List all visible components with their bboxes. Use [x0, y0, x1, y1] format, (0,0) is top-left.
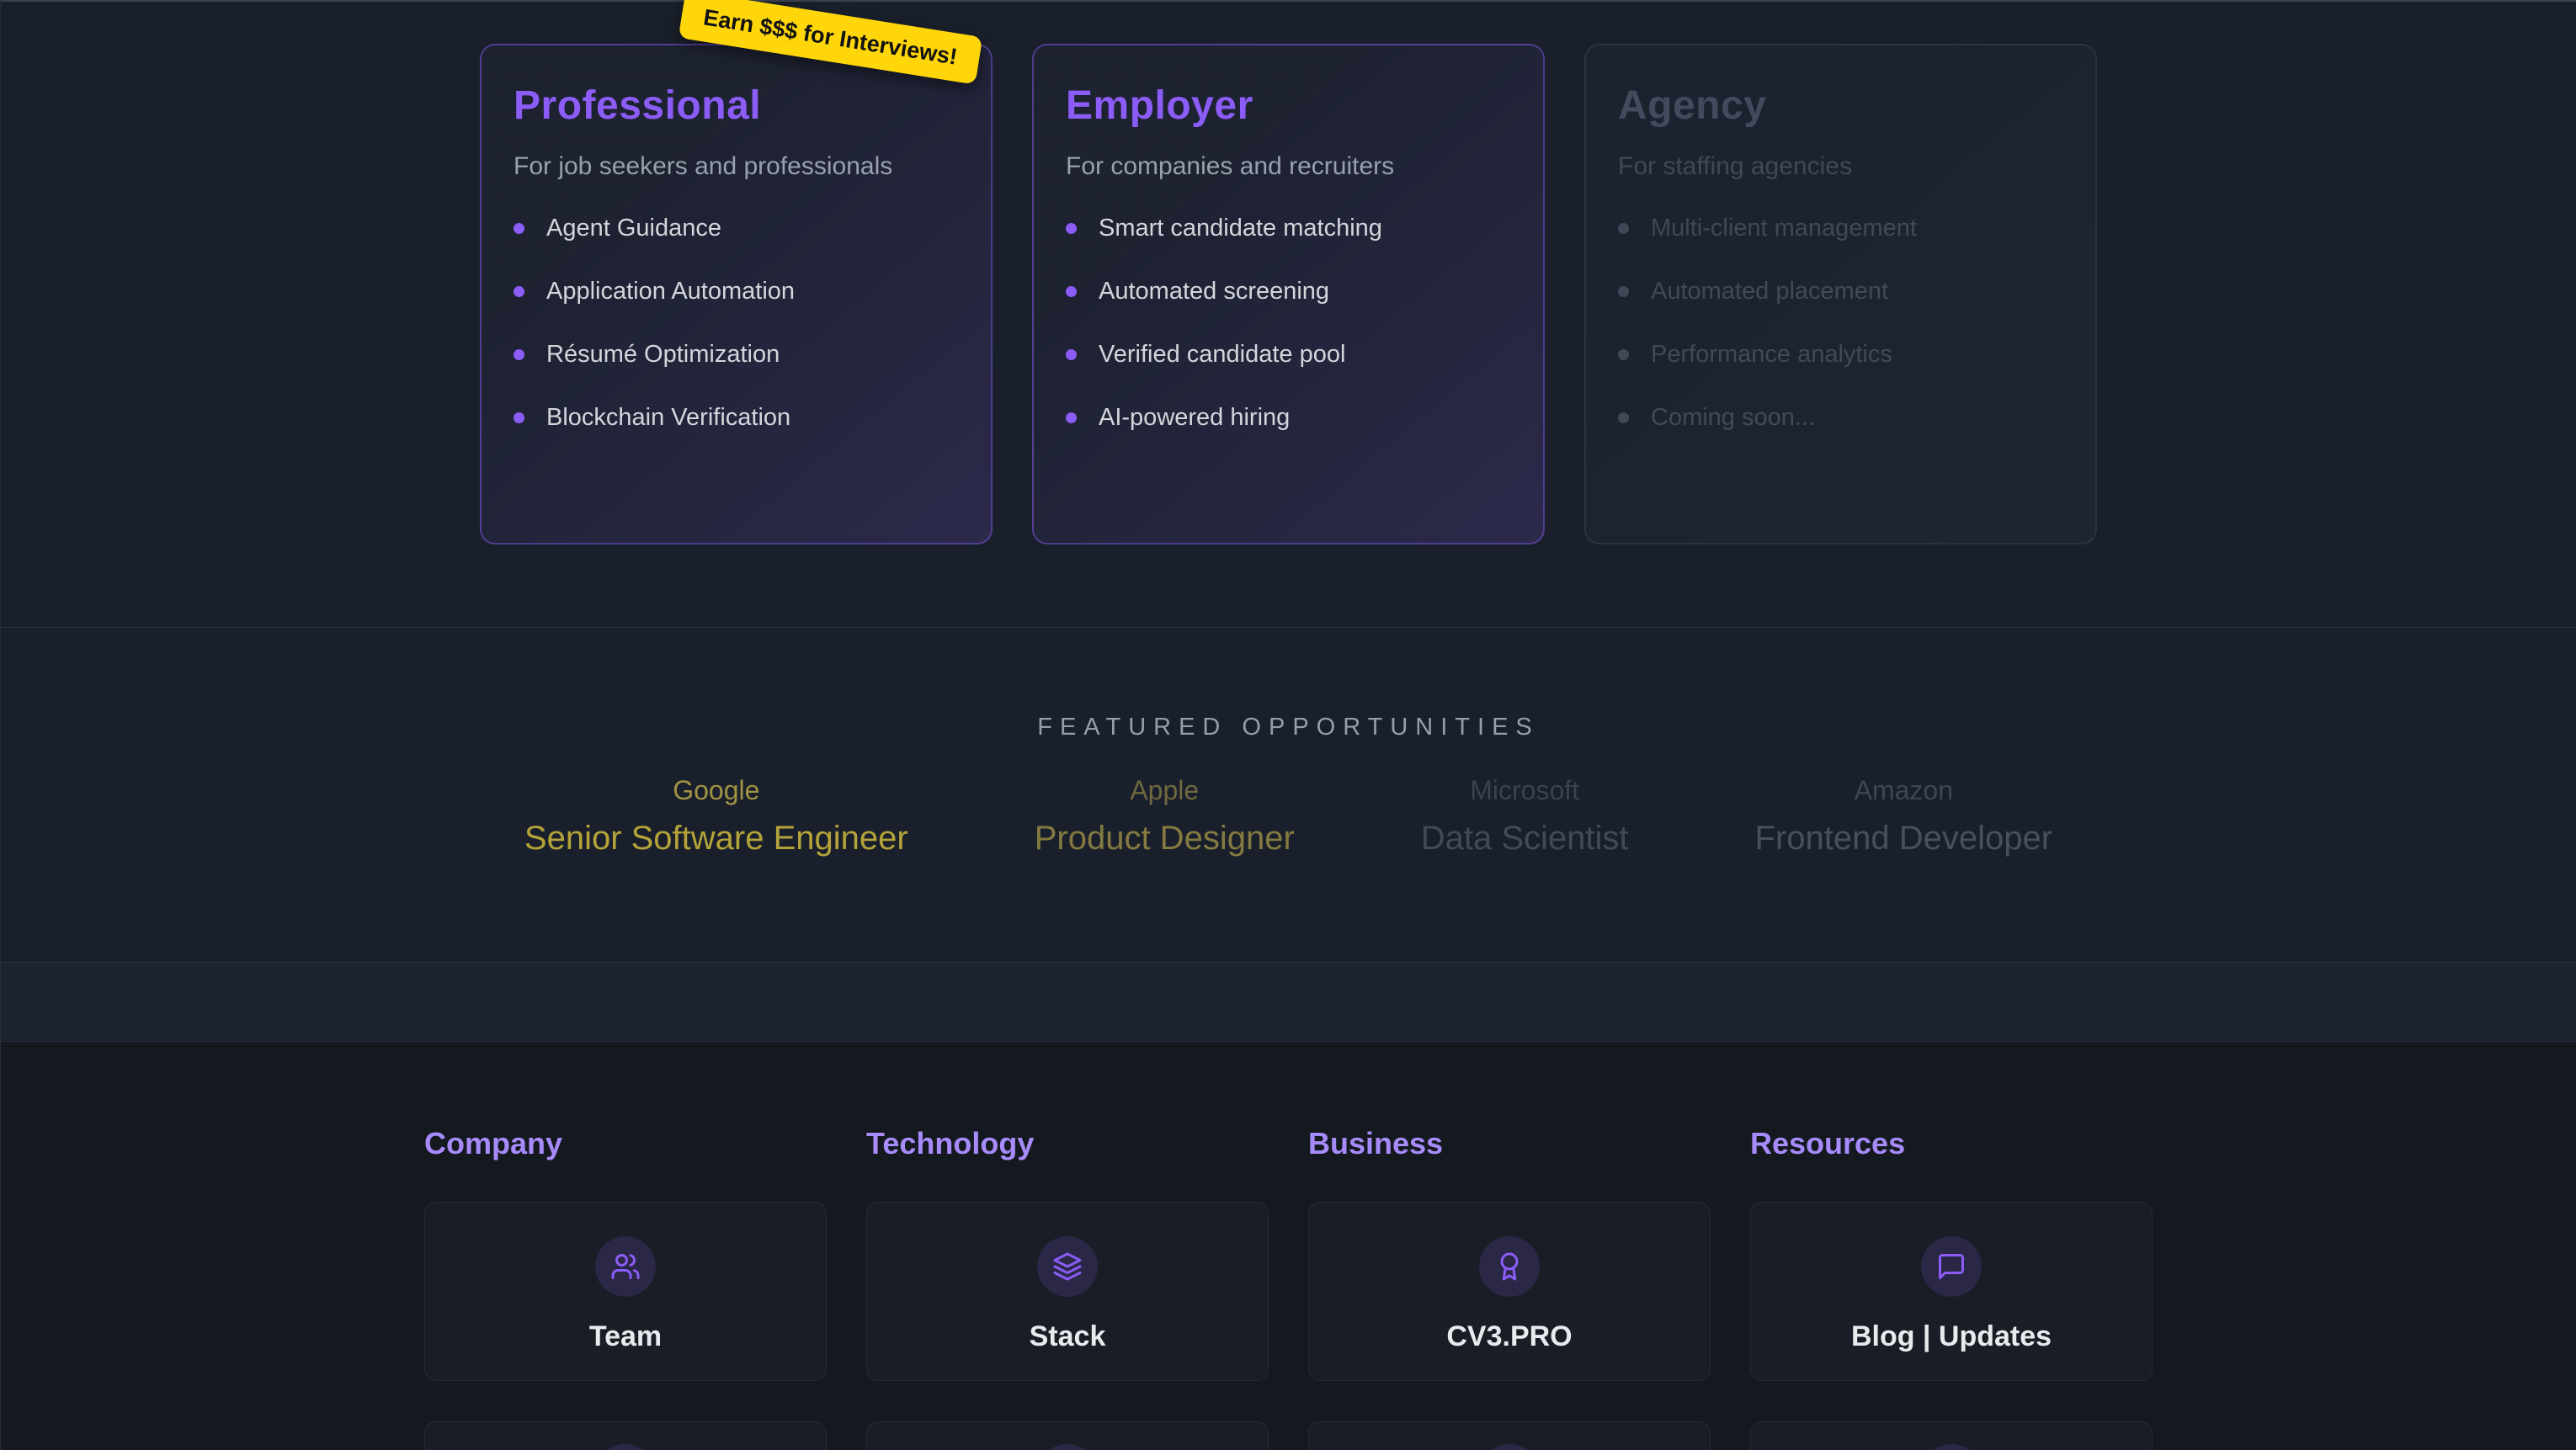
bullet-dot-icon [1618, 286, 1629, 297]
footer-heading-resources: Resources [1750, 1126, 2153, 1161]
plan-title: Agency [1618, 82, 2063, 129]
plan-feature: Multi-client management [1618, 215, 2063, 242]
job-company: Amazon [1755, 775, 2053, 806]
footer-card-icon [1921, 1444, 1982, 1450]
cta-strip [1, 962, 2576, 1042]
bullet-dot-icon [514, 286, 524, 297]
footer-cards-row-partial [424, 1421, 2153, 1450]
job-role: Product Designer [1035, 820, 1295, 858]
site-footer: Company Technology Business Resources Te… [1, 1042, 2576, 1450]
bullet-dot-icon [1066, 412, 1077, 423]
plans-section: Earn $$$ for Interviews! Professional Fo… [1, 0, 2576, 627]
bullet-dot-icon [1066, 349, 1077, 360]
plan-card-professional[interactable]: Earn $$$ for Interviews! Professional Fo… [480, 44, 993, 544]
bullet-dot-icon [514, 349, 524, 360]
layers-icon [1037, 1236, 1098, 1297]
featured-job-microsoft[interactable]: Microsoft Data Scientist [1421, 775, 1629, 858]
featured-title: FEATURED OPPORTUNITIES [1, 714, 2576, 741]
job-company: Google [524, 775, 908, 806]
plan-feature: Application Automation [514, 278, 959, 305]
bullet-dot-icon [1066, 286, 1077, 297]
footer-card-label: Team [589, 1320, 662, 1353]
featured-job-apple[interactable]: Apple Product Designer [1035, 775, 1295, 858]
footer-card-icon [1037, 1444, 1098, 1450]
bullet-dot-icon [1618, 412, 1629, 423]
footer-heading-company: Company [424, 1126, 827, 1161]
bullet-dot-icon [1618, 349, 1629, 360]
footer-card-partial[interactable] [866, 1421, 1269, 1450]
bullet-dot-icon [514, 223, 524, 234]
plan-feature-list: Multi-client management Automated placem… [1618, 215, 2063, 432]
footer-card-cv3pro[interactable]: CV3.PRO [1308, 1202, 1711, 1381]
footer-card-partial[interactable] [1750, 1421, 2153, 1450]
plan-subtitle: For job seekers and professionals [514, 152, 959, 181]
footer-card-icon [595, 1444, 656, 1450]
featured-opportunities-section: FEATURED OPPORTUNITIES Google Senior Sof… [1, 627, 2576, 962]
plan-feature-list: Smart candidate matching Automated scree… [1066, 215, 1511, 432]
plan-feature: Smart candidate matching [1066, 215, 1511, 242]
footer-headings-row: Company Technology Business Resources [424, 1126, 2153, 1202]
footer-card-label: Blog | Updates [1851, 1320, 2052, 1353]
plan-feature: Blockchain Verification [514, 404, 959, 432]
plan-feature: AI-powered hiring [1066, 404, 1511, 432]
earn-badge: Earn $$$ for Interviews! [679, 0, 982, 85]
plans-row: Earn $$$ for Interviews! Professional Fo… [1, 44, 2576, 544]
plan-card-employer[interactable]: Employer For companies and recruiters Sm… [1032, 44, 1545, 544]
plan-title: Employer [1066, 82, 1511, 129]
job-role: Senior Software Engineer [524, 820, 908, 858]
plan-title: Professional [514, 82, 959, 129]
footer-heading-technology: Technology [866, 1126, 1269, 1161]
bullet-dot-icon [1066, 223, 1077, 234]
message-icon [1921, 1236, 1982, 1297]
plan-feature: Agent Guidance [514, 215, 959, 242]
job-role: Data Scientist [1421, 820, 1629, 858]
job-company: Microsoft [1421, 775, 1629, 806]
footer-card-label: CV3.PRO [1446, 1320, 1572, 1353]
bullet-dot-icon [1618, 223, 1629, 234]
plan-subtitle: For companies and recruiters [1066, 152, 1511, 181]
job-role: Frontend Developer [1755, 820, 2053, 858]
award-icon [1479, 1236, 1540, 1297]
plan-feature: Résumé Optimization [514, 341, 959, 369]
footer-heading-business: Business [1308, 1126, 1711, 1161]
bullet-dot-icon [514, 412, 524, 423]
footer-card-blog[interactable]: Blog | Updates [1750, 1202, 2153, 1381]
plan-feature: Automated placement [1618, 278, 2063, 305]
footer-card-partial[interactable] [1308, 1421, 1711, 1450]
footer-card-icon [1479, 1444, 1540, 1450]
plan-feature: Coming soon... [1618, 404, 2063, 432]
job-company: Apple [1035, 775, 1295, 806]
plan-feature: Verified candidate pool [1066, 341, 1511, 369]
footer-card-stack[interactable]: Stack [866, 1202, 1269, 1381]
plan-feature: Automated screening [1066, 278, 1511, 305]
plan-feature: Performance analytics [1618, 341, 2063, 369]
footer-card-label: Stack [1030, 1320, 1106, 1353]
featured-job-amazon[interactable]: Amazon Frontend Developer [1755, 775, 2053, 858]
featured-jobs-row: Google Senior Software Engineer Apple Pr… [1, 775, 2576, 858]
plan-subtitle: For staffing agencies [1618, 152, 2063, 181]
featured-job-google[interactable]: Google Senior Software Engineer [524, 775, 908, 858]
plan-feature-list: Agent Guidance Application Automation Ré… [514, 215, 959, 432]
plan-card-agency: Agency For staffing agencies Multi-clien… [1584, 44, 2097, 544]
footer-card-team[interactable]: Team [424, 1202, 827, 1381]
footer-card-partial[interactable] [424, 1421, 827, 1450]
users-icon [595, 1236, 656, 1297]
footer-cards-row: Team Stack CV3.PRO Blog | Updates [424, 1202, 2153, 1381]
